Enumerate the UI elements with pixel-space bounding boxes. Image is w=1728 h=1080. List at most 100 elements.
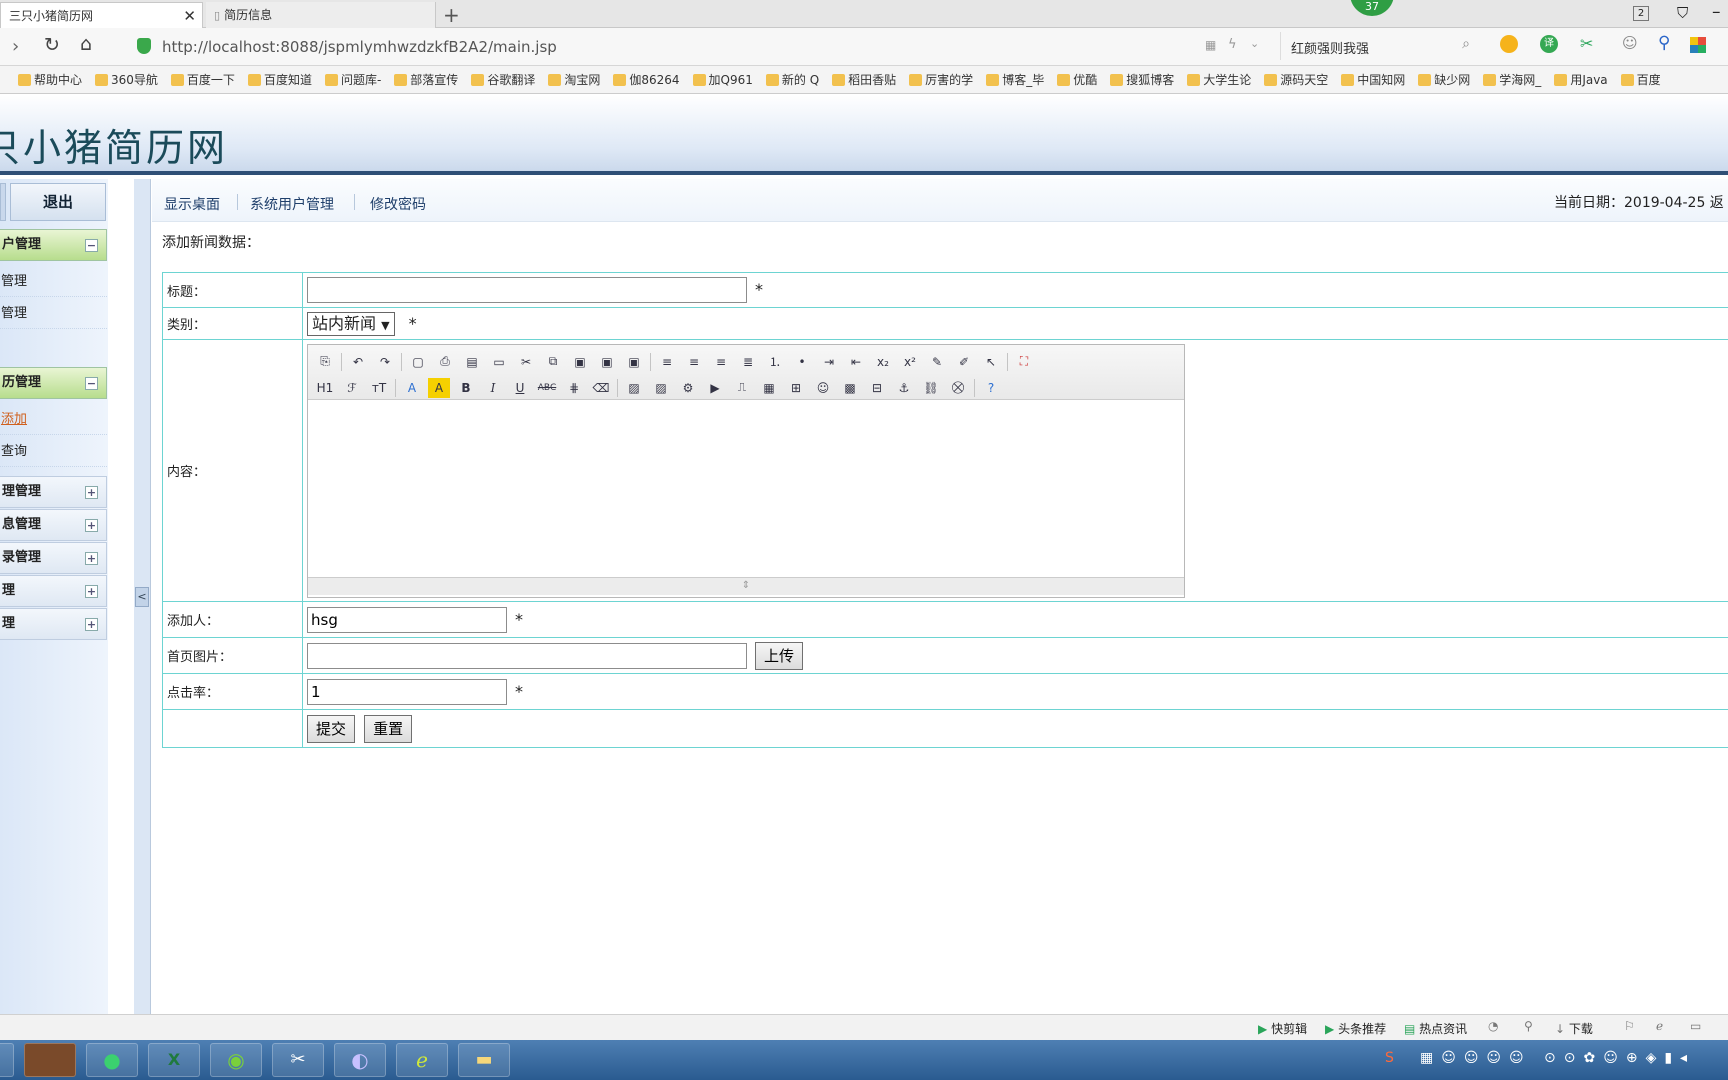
ie-icon[interactable]: ℯ (1656, 1019, 1663, 1033)
security-shield-icon[interactable] (137, 38, 151, 54)
lightning-icon[interactable]: ϟ (1228, 37, 1237, 52)
bold-icon[interactable]: B (455, 378, 477, 398)
qr-icon[interactable]: ▦ (1205, 38, 1216, 52)
collapse-sidebar-arrow-icon[interactable]: < (135, 587, 149, 607)
multi-image-icon[interactable]: ▨ (650, 378, 672, 398)
bookmark-item[interactable]: 搜狐博客 (1110, 66, 1174, 93)
menu-group[interactable]: 息管理 + (0, 509, 107, 541)
ime-icon[interactable]: S (1385, 1050, 1394, 1066)
bookmark-item[interactable]: 加Q961 (692, 66, 753, 93)
speed-icon[interactable]: ◔ (1488, 1019, 1498, 1033)
apps-grid-icon[interactable] (1690, 37, 1706, 53)
clicks-input[interactable] (307, 678, 507, 705)
logout-button[interactable]: 退出 (10, 183, 106, 221)
menu-group-user-management[interactable]: 户管理 − (0, 229, 107, 261)
author-input[interactable] (307, 606, 507, 633)
bookmark-item[interactable]: 新的 Q (765, 66, 819, 93)
tray-icons[interactable]: ▦☺☺☺☺ ⊙⊙✿☺⊕◈▮◂ (1420, 1050, 1695, 1066)
magnifier-icon[interactable]: ⚲ (1658, 33, 1670, 53)
taskbar-app-excel[interactable]: X (148, 1043, 200, 1077)
tab-resume-info[interactable]: ▯ 简历信息 (206, 2, 436, 28)
flash-icon[interactable]: ⚙ (677, 378, 699, 398)
collapse-icon[interactable]: − (85, 377, 98, 390)
font-family-icon[interactable]: ℱ (341, 378, 363, 398)
align-center-icon[interactable]: ≡ (683, 352, 705, 372)
editor-content-area[interactable] (308, 400, 1184, 577)
bookmark-item[interactable]: 中国知网 (1341, 66, 1405, 93)
taskbar-app-tools[interactable]: ✂ (272, 1043, 324, 1077)
table-icon[interactable]: ▦ (758, 378, 780, 398)
image-path-input[interactable] (307, 643, 747, 669)
taskbar-app-eclipse[interactable]: ◐ (334, 1043, 386, 1077)
bookmark-item[interactable]: 伽86264 (613, 66, 680, 93)
unlink-icon[interactable]: ⛒ (947, 378, 969, 398)
hr-icon[interactable]: ⋕ (563, 378, 585, 398)
shirt-icon[interactable]: ⛉ (1677, 4, 1688, 22)
anchor-icon[interactable]: ⚓ (893, 378, 915, 398)
underline-icon[interactable]: U (509, 378, 531, 398)
print-icon[interactable]: ⎙ (434, 352, 456, 372)
paste-word-icon[interactable]: ▣ (623, 352, 645, 372)
forward-icon[interactable]: › (12, 36, 19, 57)
flag-icon[interactable]: ⚐ (1624, 1019, 1635, 1033)
title-input[interactable] (307, 277, 747, 303)
submit-button[interactable]: 提交 (307, 714, 356, 743)
undo-icon[interactable]: ↶ (347, 352, 369, 372)
translate-icon[interactable]: 译 (1540, 35, 1558, 53)
bookmark-item[interactable]: 学海网_ (1483, 66, 1541, 93)
media-icon[interactable]: ▶ (704, 378, 726, 398)
superscript-icon[interactable]: x² (899, 352, 921, 372)
picture-icon[interactable]: ▩ (839, 378, 861, 398)
bookmark-item[interactable]: 用Java (1554, 66, 1608, 93)
bookmark-item[interactable]: 稻田香贴 (832, 66, 896, 93)
highlight-icon[interactable]: A (428, 377, 450, 398)
menu-group[interactable]: 录管理 + (0, 542, 107, 574)
bookmark-item[interactable]: 谷歌翻译 (471, 66, 535, 93)
link-icon[interactable]: ⛓ (920, 378, 942, 398)
close-tab-icon[interactable]: ✕ (183, 3, 196, 29)
bookmark-item[interactable]: 360导航 (95, 66, 158, 93)
help-icon[interactable]: ? (980, 378, 1002, 398)
paste-icon[interactable]: ▣ (569, 352, 591, 372)
italic-icon[interactable]: I (482, 378, 504, 398)
category-select[interactable]: 站内新闻 ▼ (307, 311, 395, 336)
bookmark-item[interactable]: 源码天空 (1264, 66, 1328, 93)
url-field[interactable]: http://localhost:8088/jspmlymhwzdzkfB2A2… (162, 38, 557, 56)
taskbar-app-ie[interactable]: ℯ (396, 1043, 448, 1077)
fullscreen-icon[interactable]: ⛶ (1013, 352, 1035, 372)
pin-icon[interactable]: ⚲ (1524, 1019, 1533, 1033)
start-button[interactable] (0, 1043, 14, 1077)
expand-icon[interactable]: + (85, 552, 98, 565)
bookmark-item[interactable]: 部落宣传 (394, 66, 458, 93)
clear-format-icon[interactable]: ✎ (926, 352, 948, 372)
attachment-icon[interactable]: ⎍ (731, 378, 753, 398)
nav-show-desktop[interactable]: 显示桌面 (164, 194, 220, 214)
window-count-icon[interactable]: 2 (1633, 6, 1649, 21)
tab-resume-site[interactable]: 三只小猪简历网 ✕ (0, 2, 203, 28)
status-item-hot-news[interactable]: ▤ 热点资讯 (1404, 1020, 1467, 1037)
bookmark-item[interactable]: 百度知道 (247, 66, 312, 93)
source-code-icon[interactable]: ⎘ (314, 352, 336, 372)
taskbar-app-wechat[interactable]: ● (86, 1043, 138, 1077)
search-box[interactable]: 红颜强则我强 ⌕ (1280, 32, 1476, 60)
menu-group-resume-management[interactable]: 历管理 − (0, 367, 107, 399)
expand-icon[interactable]: + (85, 618, 98, 631)
menu-item-query[interactable]: 查询 (0, 437, 107, 467)
align-left-icon[interactable]: ≡ (656, 352, 678, 372)
menu-item[interactable]: 管理 (0, 299, 107, 329)
bookmark-item[interactable]: 缺少网 (1418, 66, 1470, 93)
search-icon[interactable]: ⌕ (1462, 36, 1470, 52)
status-item-quick-clip[interactable]: ▶ 快剪辑 (1258, 1020, 1307, 1037)
taskbar-app-360[interactable]: ◉ (210, 1043, 262, 1077)
align-right-icon[interactable]: ≡ (710, 352, 732, 372)
sidebar-button-stub[interactable] (0, 183, 6, 221)
subscript-icon[interactable]: x₂ (872, 352, 894, 372)
coupon-icon[interactable] (1500, 35, 1518, 53)
ordered-list-icon[interactable]: ⒈ (764, 352, 786, 372)
outdent-icon[interactable]: ⇤ (845, 352, 867, 372)
taskbar-app-explorer[interactable]: ▬ (458, 1043, 510, 1077)
chat-icon[interactable]: ☺ (1622, 34, 1638, 52)
select-all-icon[interactable]: ↖ (980, 352, 1002, 372)
menu-item[interactable]: 管理 (0, 267, 107, 297)
heading-icon[interactable]: H1 (314, 378, 336, 398)
